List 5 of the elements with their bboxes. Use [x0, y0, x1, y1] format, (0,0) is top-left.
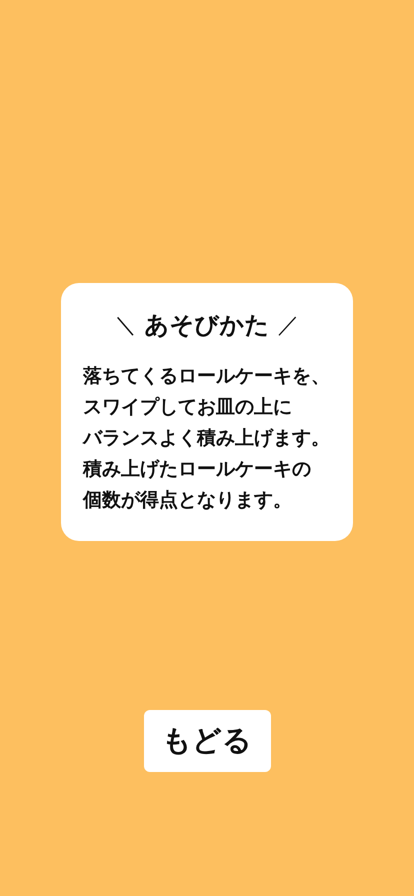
title-right-slash: ／ [278, 312, 300, 340]
instructions-title: あそびかた [144, 310, 270, 341]
instructions-text: 落ちてくるロールケーキを、 スワイプしてお皿の上に バランスよく積み上げます。 積み上げたロールケーキの 個数が得点となります。 [83, 364, 331, 513]
back-button[interactable]: もどる [144, 710, 270, 772]
title-left-slash: ＼ [114, 312, 136, 340]
